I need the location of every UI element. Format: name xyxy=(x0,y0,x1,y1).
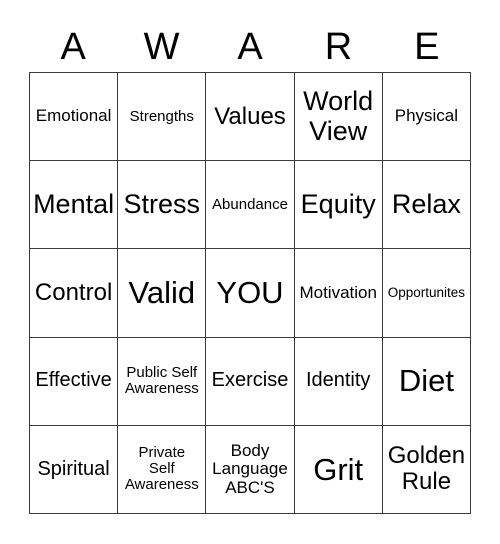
bingo-cell-label: Golden Rule xyxy=(387,442,466,496)
bingo-cell[interactable]: Control xyxy=(30,249,119,338)
bingo-cell-label: Spiritual xyxy=(37,457,110,480)
bingo-cell-label: Opportunites xyxy=(387,284,466,300)
bingo-cell-label: Emotional xyxy=(35,106,112,126)
bingo-cell[interactable]: World View xyxy=(294,73,383,162)
bingo-card: A W A R E Emotional Strengths Values World … xyxy=(0,0,500,544)
bingo-cell-label: Exercise xyxy=(211,369,289,392)
bingo-grid: Emotional Strengths Values World View Physic… xyxy=(29,72,471,514)
bingo-cell[interactable]: Opportunites xyxy=(382,249,471,338)
bingo-cell[interactable]: Body Language ABC'S xyxy=(206,425,295,514)
bingo-cell[interactable]: Emotional xyxy=(30,73,119,162)
header-letter-1: A xyxy=(60,26,86,68)
bingo-cell[interactable]: Physical xyxy=(382,73,471,162)
bingo-cell[interactable]: Abundance xyxy=(206,161,295,250)
bingo-cell[interactable]: Identity xyxy=(294,337,383,426)
bingo-cell[interactable]: Spiritual xyxy=(30,425,119,514)
bingo-cell-label: YOU xyxy=(216,275,284,311)
header-letter-4: R xyxy=(324,26,353,68)
bingo-cell-label: Grit xyxy=(313,451,364,487)
bingo-cell[interactable]: Private Self Awareness xyxy=(118,425,207,514)
bingo-cell[interactable]: Relax xyxy=(382,161,471,250)
header-letter-3: A xyxy=(237,26,263,68)
bingo-cell[interactable]: Motivation xyxy=(294,249,383,338)
bingo-cell[interactable]: Effective xyxy=(30,337,119,426)
bingo-cell[interactable]: Public Self Awareness xyxy=(118,337,207,426)
bingo-cell[interactable]: Grit xyxy=(294,425,383,514)
bingo-cell-label: Diet xyxy=(398,363,454,399)
bingo-cell[interactable]: Values xyxy=(206,73,295,162)
bingo-cell-label: Control xyxy=(34,279,113,307)
bingo-cell-label: Values xyxy=(214,102,286,130)
bingo-cell-label: Public Self Awareness xyxy=(124,364,199,398)
bingo-header-letters: A W A R E xyxy=(29,22,471,72)
bingo-cell-label: Effective xyxy=(35,369,112,392)
bingo-cell-label: Valid xyxy=(128,275,196,311)
bingo-cell-label: Strengths xyxy=(129,107,194,125)
bingo-cell-label: Motivation xyxy=(299,282,377,302)
bingo-cell[interactable]: Valid xyxy=(118,249,207,338)
bingo-cell-label: Mental xyxy=(33,189,115,220)
bingo-cell[interactable]: Diet xyxy=(382,337,471,426)
header-letter-2: W xyxy=(143,26,180,68)
bingo-cell[interactable]: Golden Rule xyxy=(382,425,471,514)
bingo-cell-label: Stress xyxy=(123,189,201,220)
bingo-cell[interactable]: Equity xyxy=(294,161,383,250)
bingo-cell[interactable]: YOU xyxy=(206,249,295,338)
bingo-cell[interactable]: Strengths xyxy=(118,73,207,162)
header-letter-5: E xyxy=(414,26,440,68)
bingo-cell-label: World View xyxy=(303,86,374,146)
bingo-cell[interactable]: Exercise xyxy=(206,337,295,426)
bingo-cell-label: Relax xyxy=(391,189,461,220)
bingo-cell-label: Abundance xyxy=(212,195,288,213)
bingo-cell-label: Identity xyxy=(305,369,371,392)
bingo-cell-label: Equity xyxy=(300,189,376,220)
bingo-cell-label: Body Language ABC'S xyxy=(212,440,288,497)
bingo-cell-label: Physical xyxy=(394,106,459,126)
bingo-cell-label: Private Self Awareness xyxy=(124,444,199,494)
bingo-cell[interactable]: Stress xyxy=(118,161,207,250)
bingo-cell[interactable]: Mental xyxy=(30,161,119,250)
